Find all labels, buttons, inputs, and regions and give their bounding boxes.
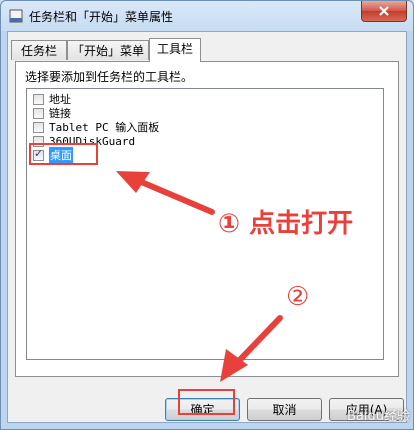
tab-toolbars[interactable]: 工具栏	[149, 38, 201, 62]
step2-annotation: ②	[286, 282, 310, 312]
step1-annotation: ① 点击打开	[218, 209, 354, 239]
watermark: Baidu经验	[347, 409, 410, 424]
